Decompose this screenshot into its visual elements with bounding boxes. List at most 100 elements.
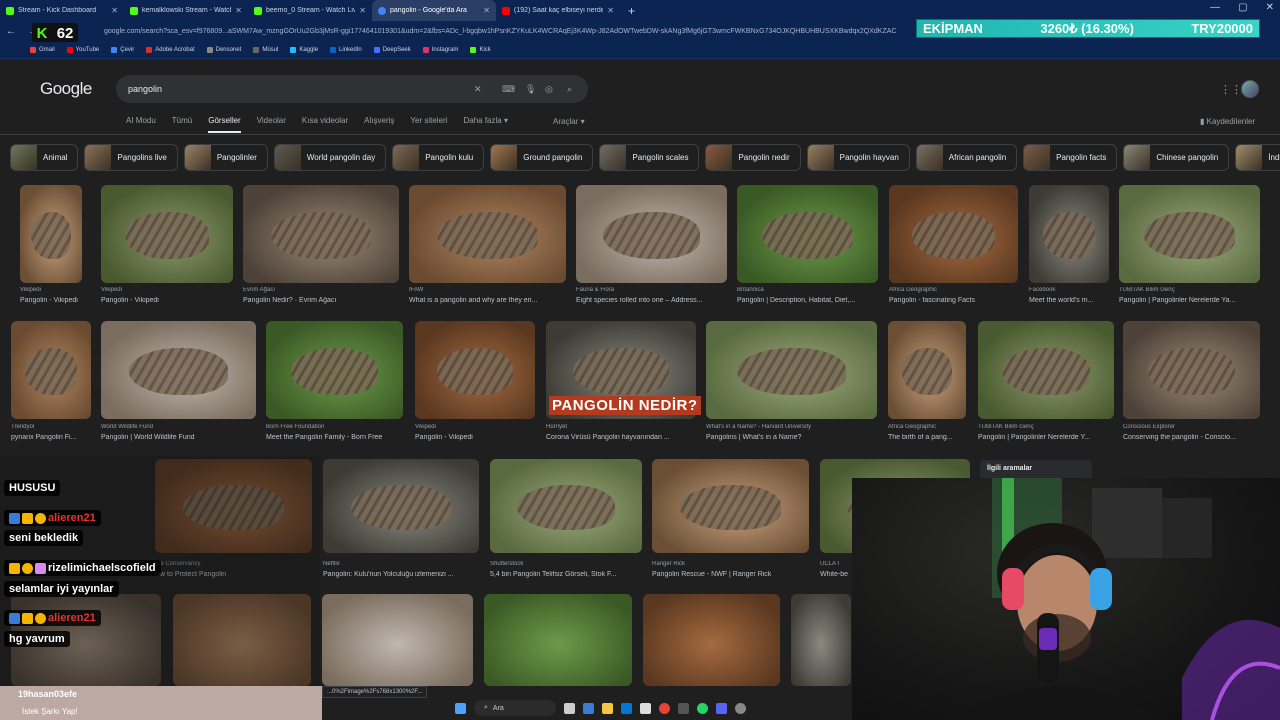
result-source[interactable]: Conscious Explorer xyxy=(1123,424,1270,430)
result-source[interactable]: Britannica xyxy=(737,287,888,293)
search-icon[interactable]: ⌕ xyxy=(567,84,572,95)
search-box[interactable]: pangolin ✕ ⌨ 🎙 ◎ ⌕ xyxy=(116,75,588,103)
chip[interactable]: Pangolin facts xyxy=(1023,144,1118,171)
result-caption[interactable]: Pangolin | World Wildlife Fund xyxy=(101,434,266,441)
store-icon[interactable] xyxy=(621,702,632,714)
image-result[interactable] xyxy=(576,185,727,283)
result-source[interactable]: Ranger Rick xyxy=(652,561,819,567)
tab-ai-modu[interactable]: AI Modu xyxy=(126,116,156,133)
result-caption[interactable]: Pangolin - fascinating Facts xyxy=(889,297,1028,304)
image-result[interactable] xyxy=(415,321,535,419)
result-caption[interactable]: Corona Virüsü Pangolin hayvanından ... xyxy=(546,434,706,441)
close-icon[interactable]: ✕ xyxy=(483,6,490,15)
chrome-icon[interactable] xyxy=(659,702,670,714)
edge-icon[interactable] xyxy=(583,702,594,714)
result-caption[interactable]: Pangolins | What's in a Name? xyxy=(706,434,887,441)
bookmark-item[interactable]: YouTube xyxy=(66,47,99,53)
image-result[interactable] xyxy=(484,594,632,686)
image-result[interactable] xyxy=(101,185,233,283)
result-caption[interactable]: Pangolin: Kulu'nun Yolculuğu izlemenizi … xyxy=(323,571,489,578)
result-caption[interactable]: pynarix Pangolin Fi... xyxy=(11,434,101,441)
image-result[interactable] xyxy=(888,321,966,419)
result-caption[interactable]: Pangolin - Vikipedi xyxy=(101,297,243,304)
folder-icon[interactable] xyxy=(602,702,613,714)
chip[interactable]: Ground pangolin xyxy=(490,144,594,171)
result-caption[interactable]: What is a pangolin and why are they en..… xyxy=(409,297,576,304)
result-caption[interactable]: Conserving the pangolin - Conscio... xyxy=(1123,434,1270,441)
image-result[interactable] xyxy=(409,185,566,283)
bookmark-item[interactable]: Müsul xyxy=(253,47,278,53)
image-result[interactable] xyxy=(490,459,642,553)
task-view-icon[interactable] xyxy=(564,702,575,714)
result-source[interactable]: Africa Geographic xyxy=(889,287,1028,293)
result-source[interactable]: Evrim Ağacı xyxy=(243,287,409,293)
bookmark-item[interactable]: LinkedIn xyxy=(330,47,362,53)
close-window-button[interactable]: ✕ xyxy=(1266,2,1274,13)
search-input[interactable]: pangolin xyxy=(128,84,162,94)
bookmark-item[interactable]: Adobe Acrobat xyxy=(146,47,195,53)
google-logo[interactable]: Google xyxy=(40,79,92,99)
bookmark-item[interactable]: Çevir xyxy=(111,47,134,53)
image-result[interactable] xyxy=(1029,185,1109,283)
close-icon[interactable]: ✕ xyxy=(235,6,242,15)
result-source[interactable]: Hürriyet xyxy=(546,424,706,430)
image-result[interactable] xyxy=(643,594,780,686)
result-source[interactable]: Vikipedi xyxy=(415,424,545,430)
result-source[interactable]: Africa Geographic xyxy=(888,424,976,430)
tab-beemo-stream[interactable]: beemo_0 Stream - Watch Live ✕ xyxy=(248,0,372,21)
tab-google-pangolin[interactable]: pangolin - Google'da Ara ✕ xyxy=(372,0,496,21)
image-result[interactable] xyxy=(889,185,1018,283)
result-source[interactable]: Facebook xyxy=(1029,287,1119,293)
result-caption[interactable]: Meet the Pangolin Family - Born Free xyxy=(266,434,413,441)
bookmark-item[interactable]: Instagram xyxy=(422,47,458,53)
result-caption[interactable]: Pangolin | Pangolinler Nerelerde Ya... xyxy=(1119,297,1270,304)
chip[interactable]: Pangolin scales xyxy=(599,144,700,171)
chip[interactable]: African pangolin xyxy=(915,144,1018,171)
image-result[interactable] xyxy=(101,321,256,419)
image-result[interactable] xyxy=(791,594,851,686)
close-icon[interactable]: ✕ xyxy=(607,6,614,15)
result-source[interactable]: Shutterstock xyxy=(490,561,652,567)
result-source[interactable]: Fauna & Flora xyxy=(576,287,737,293)
result-caption[interactable]: Pangolin | Description, Habitat, Diet,..… xyxy=(737,297,888,304)
image-result[interactable] xyxy=(323,459,479,553)
microphone-icon[interactable]: 🎙 xyxy=(525,84,536,95)
tab-al-veri-[interactable]: Alışveriş xyxy=(364,116,394,133)
result-source[interactable]: Netflix xyxy=(323,561,489,567)
image-result[interactable] xyxy=(322,594,473,686)
tools-menu[interactable]: Araçlar ▾ xyxy=(553,117,585,126)
tab-t-m-[interactable]: Tümü xyxy=(172,116,192,133)
image-result[interactable] xyxy=(243,185,399,283)
image-result[interactable] xyxy=(20,185,82,283)
result-caption[interactable]: The birth of a pang... xyxy=(888,434,976,441)
saved-link[interactable]: ▮ Kaydedilenler xyxy=(1200,117,1255,126)
image-result[interactable] xyxy=(11,321,91,419)
result-source[interactable]: What's in a Name? - Harvard University xyxy=(706,424,887,430)
tab-youtube[interactable]: (192) Saat kaç elbiseyi nerden ✕ xyxy=(496,0,620,21)
app-icon[interactable] xyxy=(640,702,651,714)
result-source[interactable]: IFAW xyxy=(409,287,576,293)
result-caption[interactable]: Pangolin - Vikipedi xyxy=(20,297,92,304)
image-result[interactable] xyxy=(1119,185,1260,283)
image-result[interactable] xyxy=(266,321,403,419)
result-source[interactable]: Vikipedi xyxy=(20,287,92,293)
taskbar-search[interactable]: ⌕ Ara xyxy=(474,700,556,716)
result-source[interactable]: TÜBİTAK Bilim Genç xyxy=(978,424,1124,430)
result-caption[interactable]: Pangolin | Pangolinler Nerelerde Y... xyxy=(978,434,1124,441)
tab-yer-siteleri[interactable]: Yer siteleri xyxy=(410,116,447,133)
result-caption[interactable]: Meet the world's m... xyxy=(1029,297,1119,304)
result-caption[interactable]: Eight species rolled into one – Address.… xyxy=(576,297,737,304)
bookmark-item[interactable]: Kaggle xyxy=(290,47,318,53)
avatar[interactable] xyxy=(1241,80,1259,98)
close-icon[interactable]: ✕ xyxy=(111,6,118,15)
chip[interactable]: World pangolin day xyxy=(273,144,387,171)
tab-daha-fazla-[interactable]: Daha fazla ▾ xyxy=(463,116,507,133)
result-caption[interactable]: 5,4 bin Pangolin Telifsiz Görseli, Stok … xyxy=(490,571,652,578)
image-result[interactable] xyxy=(652,459,809,553)
bookmark-item[interactable]: DeepSeek xyxy=(373,47,411,53)
minimize-button[interactable]: — xyxy=(1210,2,1220,13)
new-tab-button[interactable]: + xyxy=(620,4,643,18)
image-result[interactable] xyxy=(1123,321,1260,419)
result-source[interactable]: TÜBİTAK Bilim Genç xyxy=(1119,287,1270,293)
result-caption[interactable]: Pangolin Nedir? · Evrim Ağacı xyxy=(243,297,409,304)
